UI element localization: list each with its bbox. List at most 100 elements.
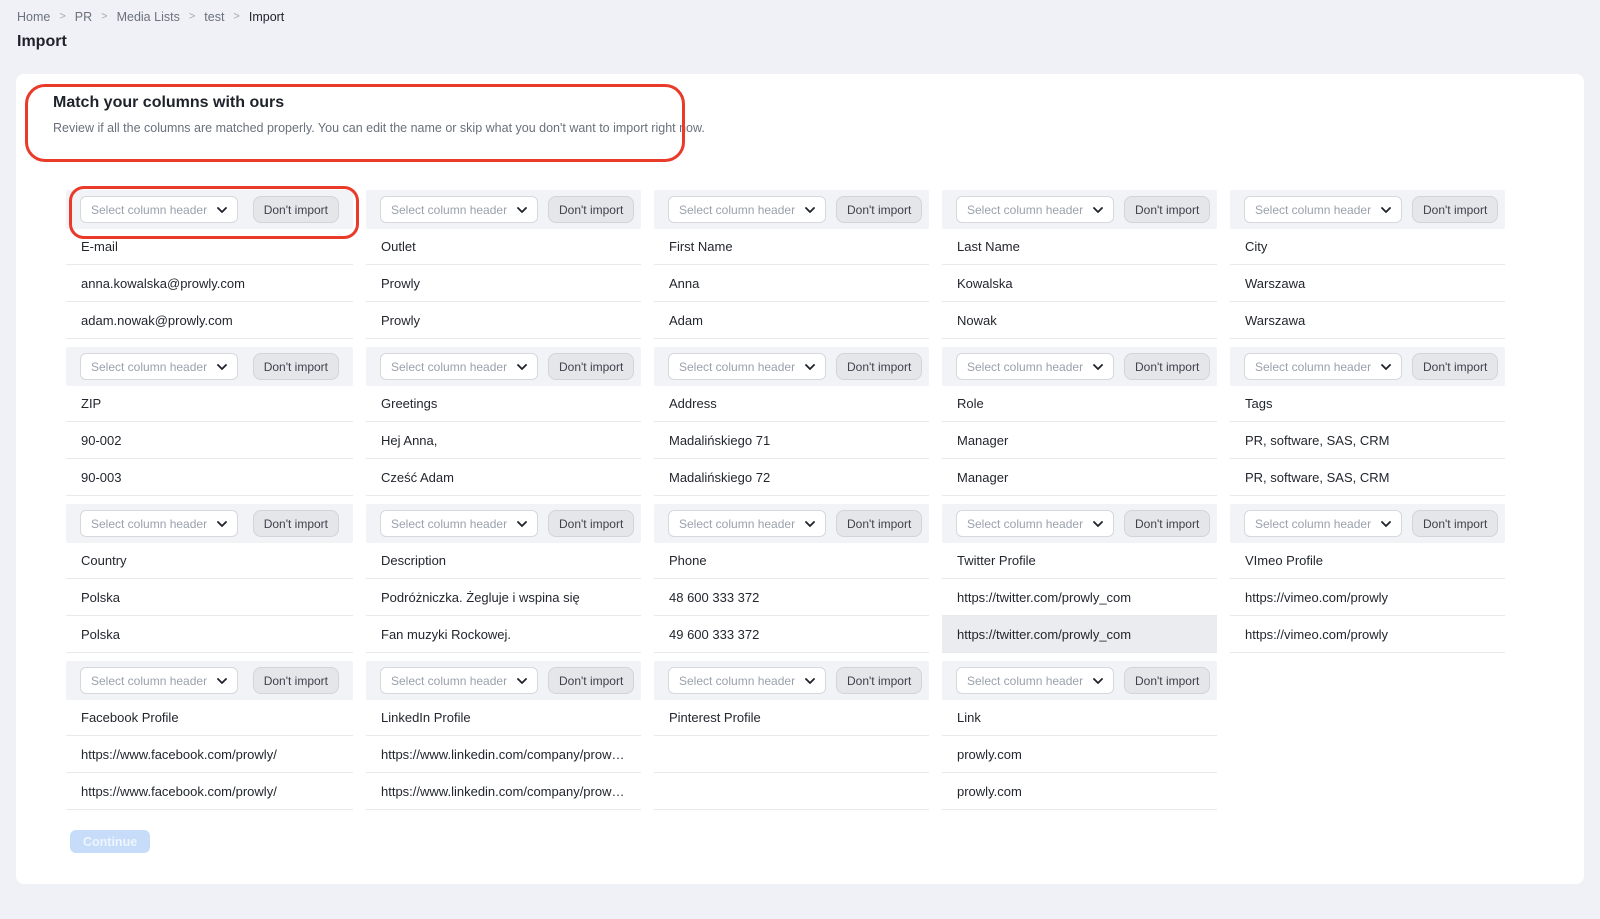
column-block: Select column headerDon't importFirst Na… xyxy=(654,190,929,339)
dont-import-button[interactable]: Don't import xyxy=(1124,353,1210,380)
breadcrumb-separator-icon: > xyxy=(59,11,65,23)
table-cell: https://twitter.com/prowly_com xyxy=(942,616,1217,653)
column-block: Select column header Don't import Outlet Pr… xyxy=(366,190,641,339)
column-header-select[interactable]: Select column header xyxy=(956,510,1114,537)
column-header-select[interactable]: Select column header xyxy=(80,667,238,694)
column-header-cell: Address xyxy=(654,386,929,422)
column-block: Select column headerDon't importFacebook… xyxy=(66,661,353,810)
dont-import-button[interactable]: Don't import xyxy=(836,353,922,380)
breadcrumb-separator-icon: > xyxy=(189,11,195,23)
column-header-select[interactable]: Select column header xyxy=(956,353,1114,380)
column-block: Select column headerDon't importLinkedIn… xyxy=(366,661,641,810)
column-mapping-controls: Select column header Don't import xyxy=(1230,190,1505,229)
column-block: Select column headerDon't importTwitter … xyxy=(942,504,1217,653)
column-mapping-controls: Select column header Don't import xyxy=(366,190,641,229)
column-header-select[interactable]: Select column header xyxy=(380,196,538,223)
dont-import-button[interactable]: Don't import xyxy=(548,353,634,380)
table-cell: Madalińskiego 71 xyxy=(654,422,929,459)
dont-import-button[interactable]: Don't import xyxy=(253,196,339,223)
column-mapping-controls: Select column header Don't import xyxy=(366,504,641,543)
table-cell: anna.kowalska@prowly.com xyxy=(66,265,353,302)
column-mapping-controls: Select column header Don't import xyxy=(66,190,353,229)
select-placeholder: Select column header xyxy=(967,360,1083,374)
import-card: Match your columns with ours Review if a… xyxy=(16,74,1584,884)
column-header-select[interactable]: Select column header xyxy=(956,667,1114,694)
column-header-select[interactable]: Select column header xyxy=(956,196,1114,223)
breadcrumb-current: Import xyxy=(249,10,284,24)
column-header-select[interactable]: Select column header xyxy=(1244,196,1402,223)
breadcrumb-item[interactable]: Home xyxy=(17,10,50,24)
dont-import-button[interactable]: Don't import xyxy=(1412,196,1498,223)
chevron-down-icon xyxy=(517,364,527,370)
table-cell: Prowly xyxy=(366,302,641,339)
table-cell: https://vimeo.com/prowly xyxy=(1230,616,1505,653)
dont-import-button[interactable]: Don't import xyxy=(253,353,339,380)
column-mapping-controls: Select column header Don't import xyxy=(654,661,929,700)
breadcrumb-item[interactable]: test xyxy=(204,10,224,24)
select-placeholder: Select column header xyxy=(1255,517,1371,531)
column-header-select[interactable]: Select column header xyxy=(80,510,238,537)
column-header-select[interactable]: Select column header xyxy=(380,667,538,694)
column-block: Select column headerDon't importTagsPR, … xyxy=(1230,347,1505,496)
table-cell: Adam xyxy=(654,302,929,339)
select-placeholder: Select column header xyxy=(391,360,507,374)
column-group-row: Select column header Don't import E-mailan… xyxy=(66,190,1505,339)
column-block: Select column header Don't import Greeting… xyxy=(366,347,641,496)
column-header-select[interactable]: Select column header xyxy=(668,353,826,380)
column-header-select[interactable]: Select column header xyxy=(80,196,238,223)
column-header-cell: Outlet xyxy=(366,229,641,265)
table-cell: Kowalska xyxy=(942,265,1217,302)
table-cell: Warszawa xyxy=(1230,302,1505,339)
chevron-down-icon xyxy=(1093,364,1103,370)
dont-import-button[interactable]: Don't import xyxy=(836,667,922,694)
column-block: Select column headerDon't importZIP90-00… xyxy=(66,347,353,496)
column-block: Select column headerDon't importPinteres… xyxy=(654,661,929,810)
table-cell: 90-003 xyxy=(66,459,353,496)
breadcrumb-item[interactable]: Media Lists xyxy=(117,10,180,24)
breadcrumb-item[interactable]: PR xyxy=(75,10,92,24)
dont-import-button[interactable]: Don't import xyxy=(548,510,634,537)
continue-button[interactable]: Continue xyxy=(70,830,150,853)
chevron-down-icon xyxy=(217,521,227,527)
column-header-select[interactable]: Select column header xyxy=(668,667,826,694)
dont-import-button[interactable]: Don't import xyxy=(253,667,339,694)
dont-import-button[interactable]: Don't import xyxy=(1412,510,1498,537)
select-placeholder: Select column header xyxy=(391,203,507,217)
dont-import-button[interactable]: Don't import xyxy=(836,510,922,537)
dont-import-button[interactable]: Don't import xyxy=(836,196,922,223)
column-header-select[interactable]: Select column header xyxy=(668,196,826,223)
dont-import-button[interactable]: Don't import xyxy=(253,510,339,537)
table-cell: 49 600 333 372 xyxy=(654,616,929,653)
dont-import-button[interactable]: Don't import xyxy=(1124,667,1210,694)
select-placeholder: Select column header xyxy=(91,203,207,217)
chevron-down-icon xyxy=(217,678,227,684)
dont-import-button[interactable]: Don't import xyxy=(1124,196,1210,223)
column-header-select[interactable]: Select column header xyxy=(80,353,238,380)
select-placeholder: Select column header xyxy=(391,674,507,688)
column-header-select[interactable]: Select column header xyxy=(380,510,538,537)
column-mapping-controls: Select column header Don't import xyxy=(66,504,353,543)
column-mapping-controls: Select column header Don't import xyxy=(366,661,641,700)
table-cell: Madalińskiego 72 xyxy=(654,459,929,496)
column-header-select[interactable]: Select column header xyxy=(668,510,826,537)
column-header-cell: City xyxy=(1230,229,1505,265)
intro-section: Match your columns with ours Review if a… xyxy=(53,94,705,135)
column-header-select[interactable]: Select column header xyxy=(380,353,538,380)
breadcrumb: Home>PR>Media Lists>test>Import xyxy=(17,10,284,24)
column-header-cell: Tags xyxy=(1230,386,1505,422)
column-header-select[interactable]: Select column header xyxy=(1244,353,1402,380)
dont-import-button[interactable]: Don't import xyxy=(548,196,634,223)
breadcrumb-separator-icon: > xyxy=(233,11,239,23)
column-header-cell: E-mail xyxy=(66,229,353,265)
table-cell: Warszawa xyxy=(1230,265,1505,302)
table-cell xyxy=(654,736,929,773)
dont-import-button[interactable]: Don't import xyxy=(1124,510,1210,537)
column-header-select[interactable]: Select column header xyxy=(1244,510,1402,537)
dont-import-button[interactable]: Don't import xyxy=(1412,353,1498,380)
column-block: Select column headerDon't importCityWars… xyxy=(1230,190,1505,339)
dont-import-button[interactable]: Don't import xyxy=(548,667,634,694)
table-cell: https://www.linkedin.com/company/prowly.… xyxy=(366,736,641,773)
column-block: Select column headerDon't importCountryP… xyxy=(66,504,353,653)
column-header-cell: Greetings xyxy=(366,386,641,422)
column-mapping-controls: Select column header Don't import xyxy=(654,347,929,386)
